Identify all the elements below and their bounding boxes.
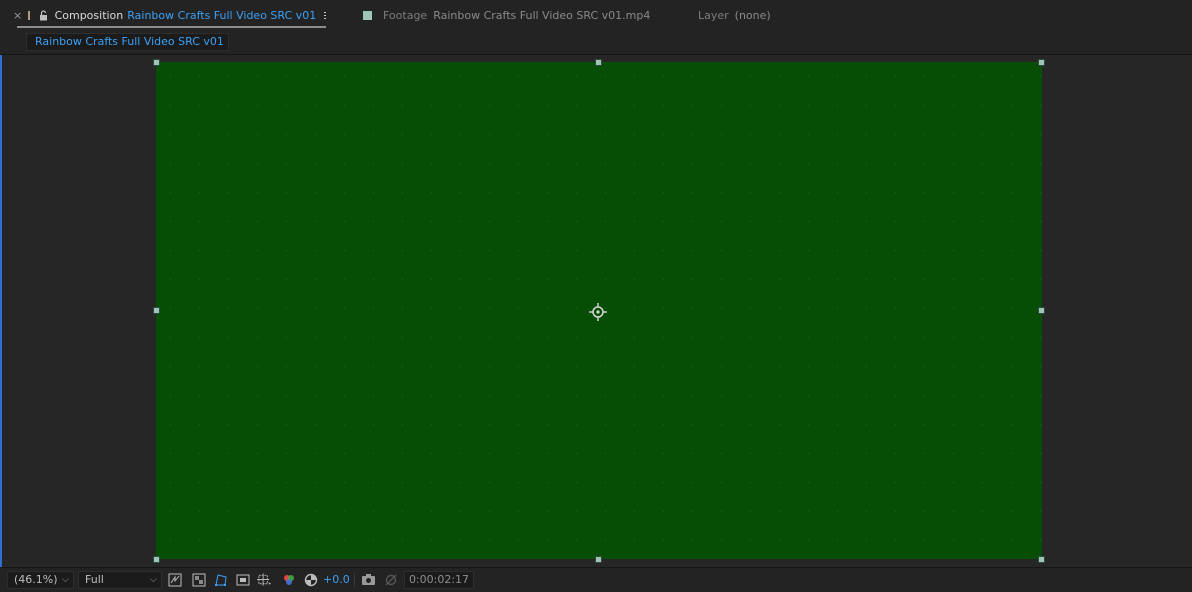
tab-composition[interactable]: × Composition Rainbow Crafts Full Video … <box>13 0 326 30</box>
magnification-value: (46.1%) <box>14 573 58 586</box>
chevron-down-icon: ⌵ <box>62 575 69 585</box>
anchor-point-icon[interactable] <box>589 303 607 321</box>
composition-breadcrumb[interactable]: Rainbow Crafts Full Video SRC v01 <box>26 33 229 51</box>
transform-handle-top-right[interactable] <box>1038 59 1045 66</box>
transform-handle-bottom-center[interactable] <box>595 556 602 563</box>
composition-viewer[interactable] <box>0 55 1192 567</box>
toolbar-divider <box>354 573 355 587</box>
current-time-display[interactable]: 0:00:02:17 <box>404 571 474 589</box>
reset-exposure-icon[interactable] <box>303 572 318 587</box>
composition-navigator-bar: Rainbow Crafts Full Video SRC v01 <box>0 30 1192 55</box>
mask-path-icon[interactable] <box>213 572 228 587</box>
transform-handle-middle-left[interactable] <box>153 307 160 314</box>
transform-handle-top-center[interactable] <box>595 59 602 66</box>
tab-composition-prefix: Composition <box>54 8 124 22</box>
grid-guides-icon[interactable] <box>257 572 272 587</box>
show-snapshot-icon[interactable] <box>383 572 398 587</box>
transparency-grid-icon[interactable] <box>191 572 206 587</box>
transform-handle-top-left[interactable] <box>153 59 160 66</box>
toggle-alpha-icon[interactable] <box>167 572 182 587</box>
tab-layer-prefix: Layer <box>698 8 729 22</box>
transform-handle-bottom-left[interactable] <box>153 556 160 563</box>
tab-footage-prefix: Footage <box>383 8 428 22</box>
lock-icon[interactable] <box>39 9 48 21</box>
tab-footage-name: Rainbow Crafts Full Video SRC v01.mp4 <box>433 8 651 22</box>
panel-menu-icon[interactable] <box>324 11 326 19</box>
active-tab-underline <box>17 26 326 28</box>
tab-composition-name: Rainbow Crafts Full Video SRC v01 <box>127 8 317 22</box>
tab-layer[interactable]: Layer (none) <box>698 0 771 30</box>
transform-handle-middle-right[interactable] <box>1038 307 1045 314</box>
exposure-value[interactable]: +0.0 <box>323 572 350 588</box>
close-tab-icon[interactable]: × <box>13 9 22 22</box>
transform-handle-bottom-right[interactable] <box>1038 556 1045 563</box>
panel-tab-bar: × Composition Rainbow Crafts Full Video … <box>0 0 1192 30</box>
region-of-interest-icon[interactable] <box>235 572 250 587</box>
resolution-value: Full <box>85 573 104 586</box>
channel-rgb-icon[interactable] <box>281 572 296 587</box>
footage-label-swatch <box>363 10 372 20</box>
resolution-dropdown[interactable]: Full ⌵ <box>78 571 162 589</box>
magnification-dropdown[interactable]: (46.1%) ⌵ <box>7 571 74 589</box>
composition-label-swatch <box>28 10 30 20</box>
tab-layer-name: (none) <box>734 8 771 22</box>
tab-footage[interactable]: Footage Rainbow Crafts Full Video SRC v0… <box>363 0 650 30</box>
snapshot-camera-icon[interactable] <box>361 572 376 587</box>
viewer-toolbar: (46.1%) ⌵ Full ⌵ +0.0 0:00:02:17 <box>0 567 1192 592</box>
chevron-down-icon: ⌵ <box>150 575 157 585</box>
